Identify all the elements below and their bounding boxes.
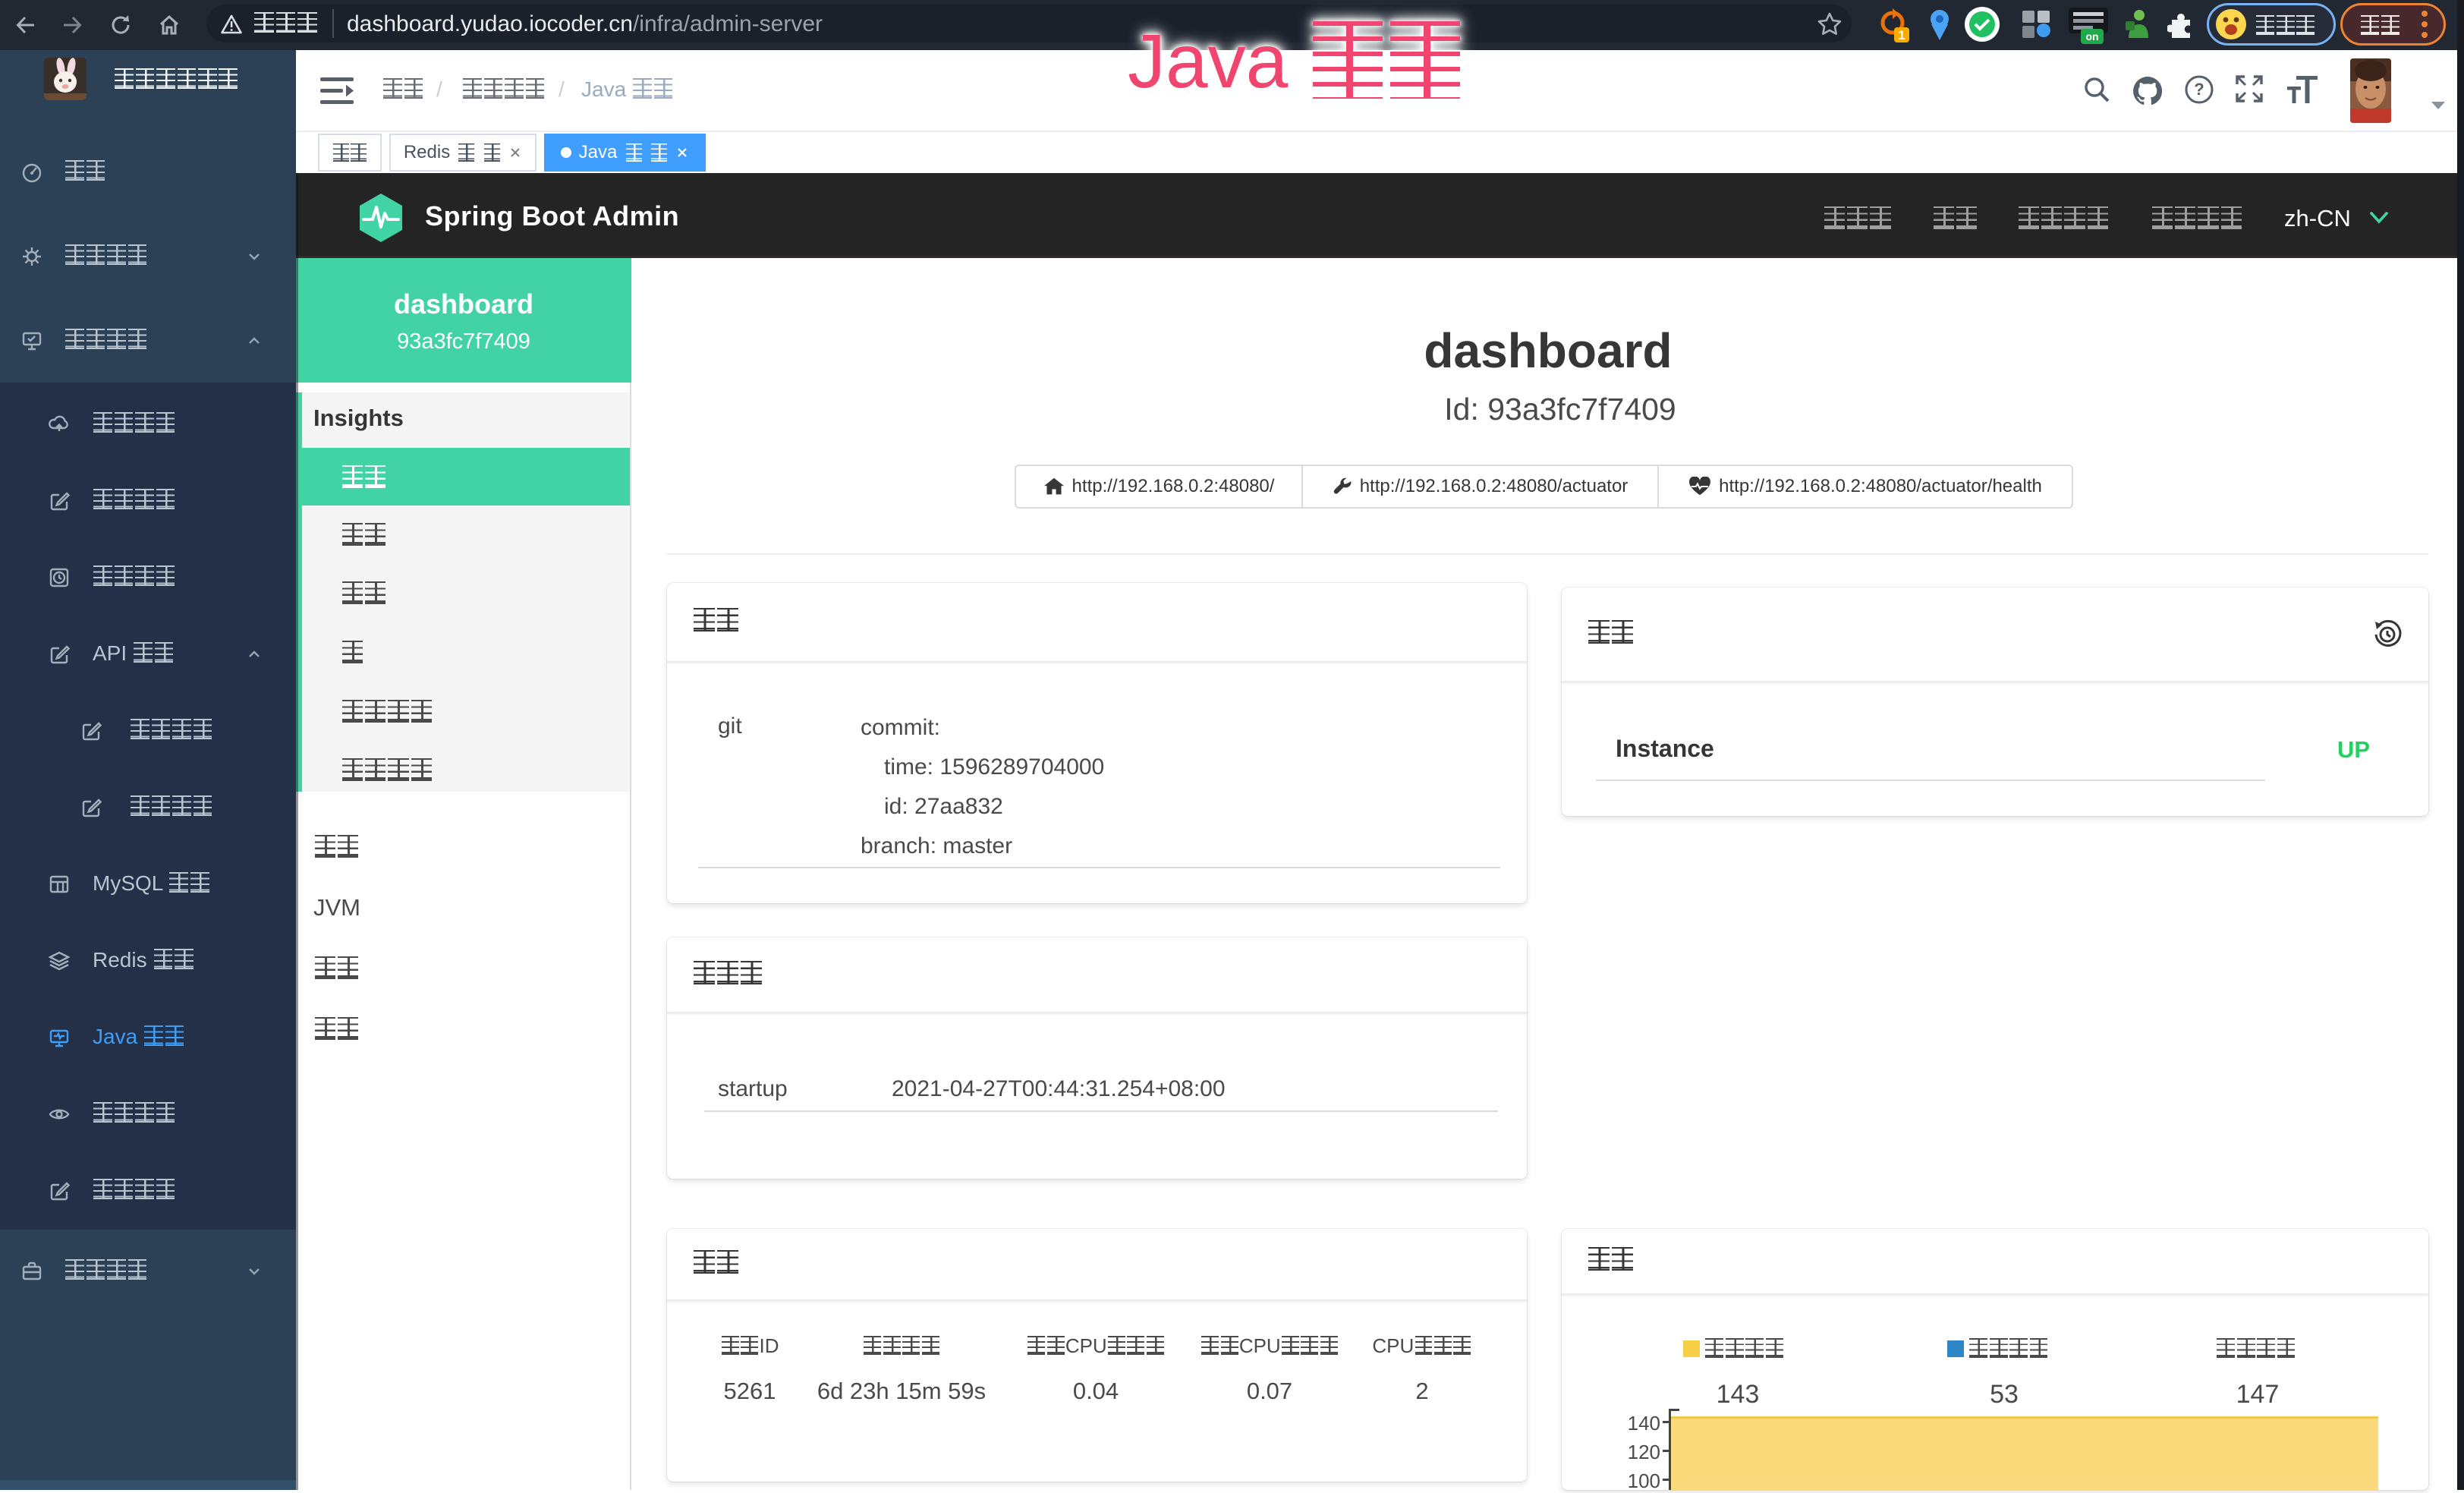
svg-text:1: 1 (1898, 28, 1905, 43)
svg-text:?: ? (2194, 80, 2204, 99)
svg-text:on: on (2085, 30, 2098, 43)
